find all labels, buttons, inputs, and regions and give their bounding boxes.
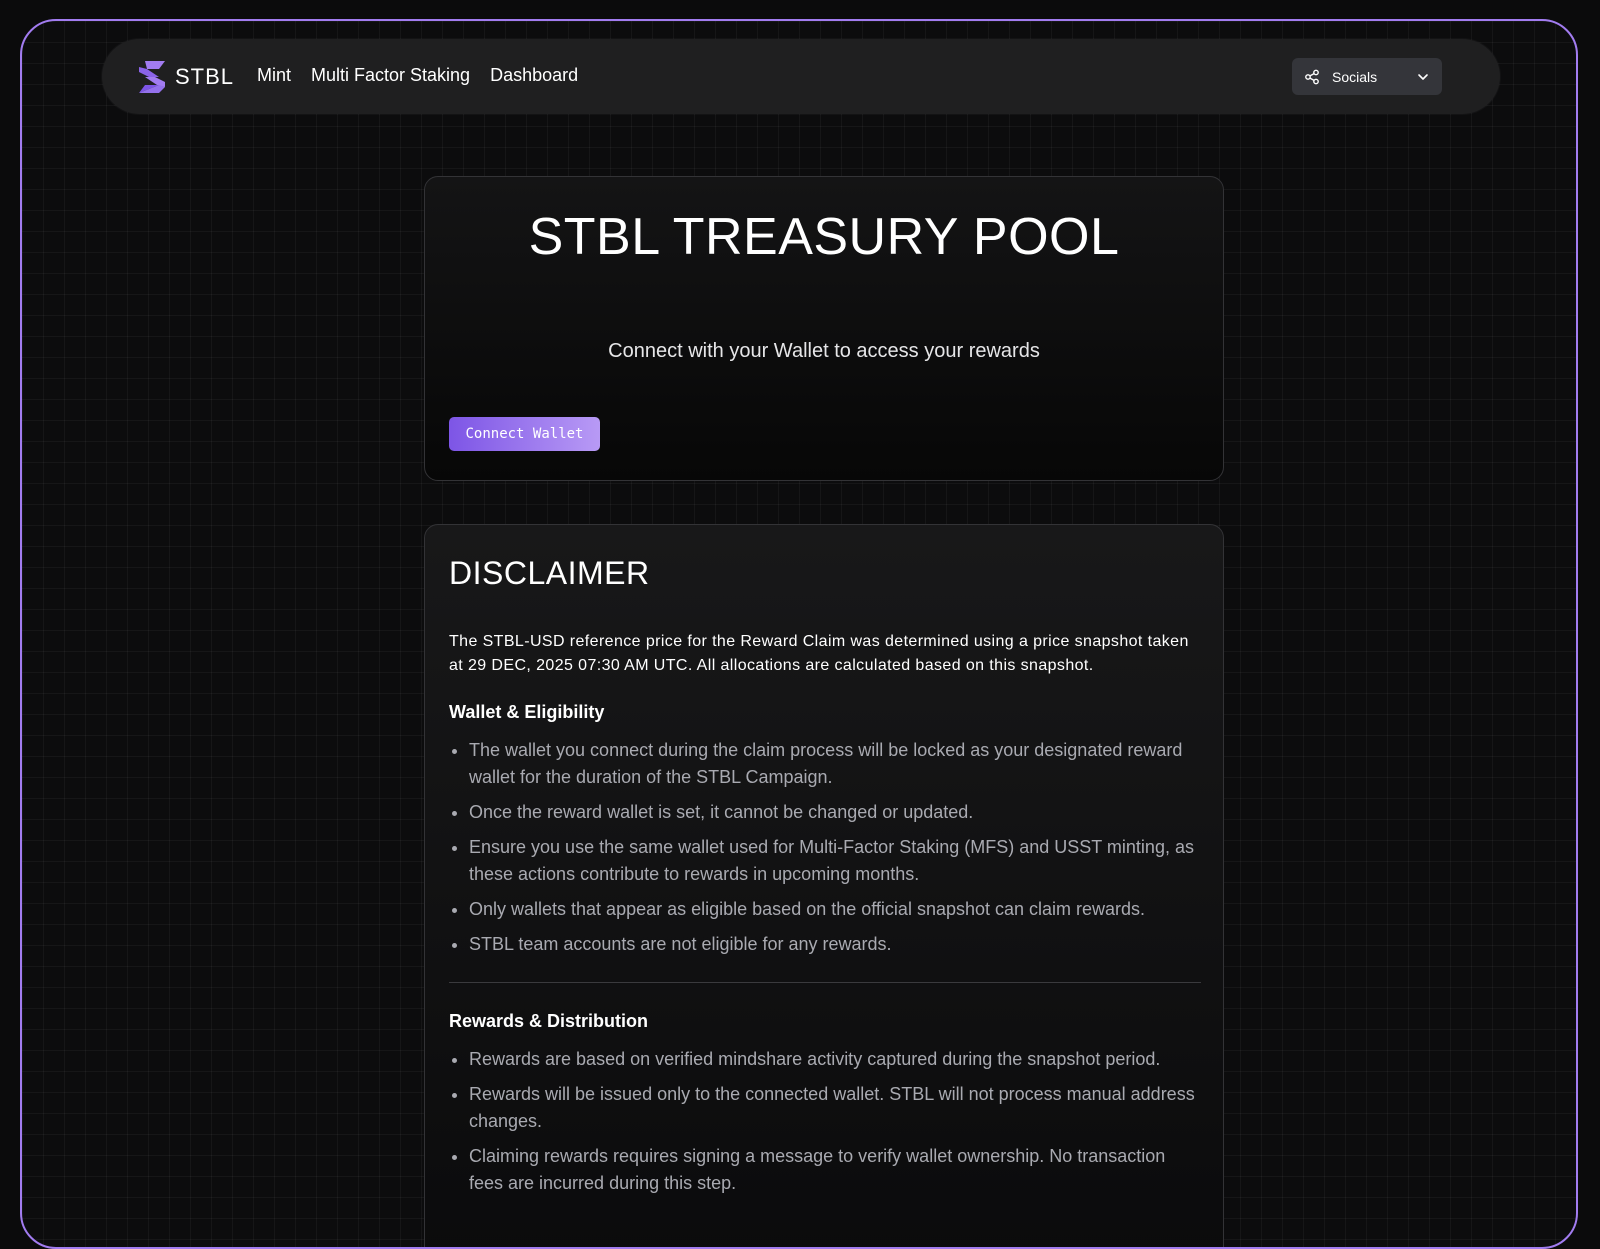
socials-dropdown[interactable]: Socials bbox=[1292, 58, 1442, 95]
disclaimer-title: DISCLAIMER bbox=[449, 555, 650, 591]
brand-logo[interactable]: STBL bbox=[137, 61, 234, 93]
nav-link-multi-factor-staking[interactable]: Multi Factor Staking bbox=[311, 65, 470, 86]
section-title-wallet-eligibility: Wallet & Eligibility bbox=[449, 702, 605, 722]
connect-prompt: Connect with your Wallet to access your … bbox=[608, 340, 1040, 362]
socials-label: Socials bbox=[1332, 68, 1378, 85]
share-icon bbox=[1305, 69, 1319, 84]
list-item: Claiming rewards requires signing a mess… bbox=[469, 1143, 1201, 1197]
nav-link-dashboard[interactable]: Dashboard bbox=[490, 65, 578, 86]
connect-wallet-button[interactable]: Connect Wallet bbox=[449, 417, 600, 451]
brand-name: STBL bbox=[175, 64, 235, 89]
section-divider bbox=[449, 982, 1201, 983]
disclaimer-intro: The STBL-USD reference price for the Rew… bbox=[449, 633, 1189, 674]
list-item: STBL team accounts are not eligible for … bbox=[469, 931, 1201, 958]
top-navbar: STBL Mint Multi Factor Staking Dashboard… bbox=[102, 39, 1500, 114]
section-title-rewards-distribution: Rewards & Distribution bbox=[449, 1011, 649, 1031]
app-frame: STBL Mint Multi Factor Staking Dashboard… bbox=[20, 19, 1578, 1249]
list-item: Rewards will be issued only to the conne… bbox=[469, 1081, 1201, 1135]
chevron-down-icon bbox=[1418, 73, 1428, 80]
list-item: Once the reward wallet is set, it cannot… bbox=[469, 799, 1201, 826]
disclaimer-card: DISCLAIMER The STBL-USD reference price … bbox=[424, 524, 1224, 1247]
nav-link-mint[interactable]: Mint bbox=[257, 65, 291, 86]
disclaimer-content: DISCLAIMER The STBL-USD reference price … bbox=[449, 555, 1201, 1205]
rewards-distribution-list: Rewards are based on verified mindshare … bbox=[449, 1046, 1201, 1197]
wallet-eligibility-list: The wallet you connect during the claim … bbox=[449, 737, 1201, 958]
page-title: STBL TREASURY POOL bbox=[528, 208, 1120, 266]
list-item: The wallet you connect during the claim … bbox=[469, 737, 1201, 791]
list-item: Only wallets that appear as eligible bas… bbox=[469, 896, 1201, 923]
list-item: Ensure you use the same wallet used for … bbox=[469, 834, 1201, 888]
treasury-pool-card: STBL TREASURY POOL Connect with your Wal… bbox=[424, 176, 1224, 481]
stbl-s-logo-icon bbox=[139, 61, 165, 93]
list-item: Rewards are based on verified mindshare … bbox=[469, 1046, 1201, 1073]
nav-links: Mint Multi Factor Staking Dashboard bbox=[257, 65, 578, 86]
